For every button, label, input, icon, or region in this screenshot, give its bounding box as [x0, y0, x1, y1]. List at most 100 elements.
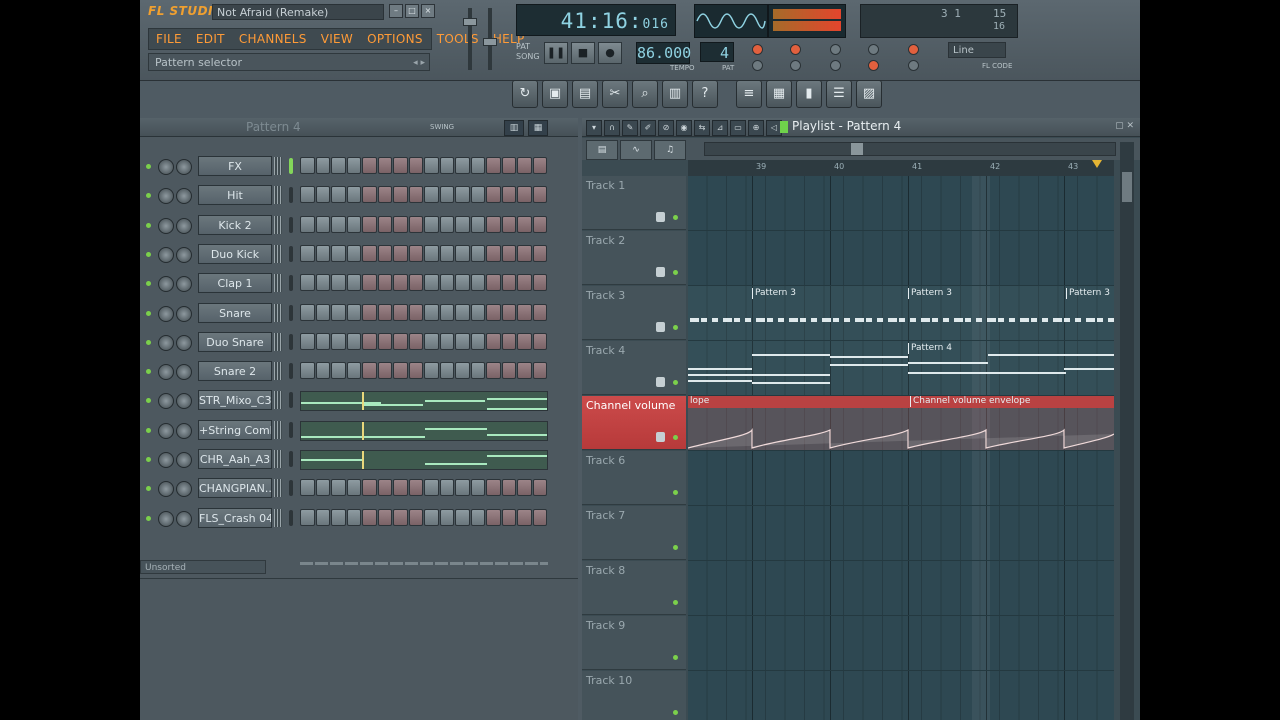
channel-pan-knob[interactable] [158, 393, 174, 410]
slip-icon[interactable]: ⇆ [694, 120, 710, 136]
channel-button[interactable]: Duo Kick [198, 243, 272, 264]
step-button[interactable] [424, 215, 439, 233]
step-button[interactable] [362, 274, 377, 292]
channel-select-handle[interactable] [274, 332, 282, 351]
channel-select-light[interactable] [289, 187, 293, 204]
play-pause-button[interactable]: ❚❚ [544, 42, 568, 64]
track-header[interactable]: Track 1 [582, 176, 686, 230]
channel-select-light[interactable] [289, 158, 293, 174]
piano-roll-icon[interactable]: ▥ [662, 80, 688, 108]
track-mute-led[interactable] [673, 435, 678, 440]
step-button[interactable] [300, 362, 315, 380]
audio-tab[interactable]: ♫ [654, 140, 686, 160]
step-button[interactable] [517, 274, 532, 292]
menu-channels[interactable]: CHANNELS [232, 32, 314, 46]
step-button[interactable] [532, 186, 547, 204]
channel-select-handle[interactable] [274, 508, 282, 527]
step-button[interactable] [362, 332, 377, 350]
step-button[interactable] [377, 244, 392, 262]
track-header[interactable]: Track 9 [582, 616, 686, 670]
step-button[interactable] [470, 274, 485, 292]
step-button[interactable] [408, 362, 423, 380]
step-button[interactable] [470, 186, 485, 204]
playlist-icon[interactable]: ☰ [826, 80, 852, 108]
lock-icon[interactable] [656, 267, 665, 277]
step-button[interactable] [362, 479, 377, 497]
step-button[interactable] [408, 186, 423, 204]
mixer-icon[interactable]: ≡ [736, 80, 762, 108]
step-button[interactable] [408, 479, 423, 497]
overdub-toggle[interactable] [908, 60, 919, 71]
step-button[interactable] [346, 303, 361, 321]
channel-mute-led[interactable] [146, 251, 151, 257]
channel-pan-knob[interactable] [158, 364, 174, 381]
pat-song-switch[interactable]: PAT SONG [516, 42, 540, 62]
stepseq-icon[interactable]: ▮ [796, 80, 822, 108]
step-button[interactable] [393, 508, 408, 526]
step-button[interactable] [393, 215, 408, 233]
step-button[interactable] [393, 362, 408, 380]
channel-select-handle[interactable] [274, 303, 282, 322]
step-button[interactable] [532, 215, 547, 233]
channel-button[interactable]: CHR_Aah_A3 [198, 449, 272, 469]
step-button[interactable] [331, 244, 346, 262]
track-mute-led[interactable] [673, 380, 678, 385]
step-button[interactable] [424, 479, 439, 497]
track-header[interactable]: Track 8 [582, 561, 686, 615]
step-button[interactable] [424, 332, 439, 350]
channel-select-handle[interactable] [274, 420, 282, 439]
step-button[interactable] [486, 508, 501, 526]
typing-keyboard-toggle[interactable] [830, 44, 841, 55]
step-button[interactable] [486, 244, 501, 262]
step-button[interactable] [377, 186, 392, 204]
step-button[interactable] [377, 274, 392, 292]
mute-icon[interactable]: ◉ [676, 120, 692, 136]
channel-volume-knob[interactable] [176, 364, 192, 381]
step-button[interactable] [377, 215, 392, 233]
channel-pan-knob[interactable] [158, 481, 174, 498]
step-button[interactable] [362, 244, 377, 262]
step-button[interactable] [439, 186, 454, 204]
step-button[interactable] [517, 157, 532, 174]
step-button[interactable] [470, 508, 485, 526]
playlist-grid[interactable]: Pattern 3 Pattern 3 Pattern 3 Pattern 4 … [688, 176, 1114, 720]
step-button[interactable] [346, 215, 361, 233]
step-button[interactable] [300, 244, 315, 262]
channel-select-light[interactable] [289, 451, 293, 467]
step-button[interactable] [408, 332, 423, 350]
channel-mute-led[interactable] [146, 457, 151, 462]
step-button[interactable] [470, 157, 485, 174]
channel-pan-knob[interactable] [158, 305, 174, 322]
channel-select-light[interactable] [289, 421, 293, 438]
step-button[interactable] [532, 157, 547, 174]
track-header[interactable]: Track 4 [582, 341, 686, 395]
step-button[interactable] [439, 215, 454, 233]
step-button[interactable] [362, 303, 377, 321]
step-button[interactable] [501, 362, 516, 380]
master-volume-fader[interactable] [463, 8, 477, 70]
step-button[interactable] [517, 479, 532, 497]
step-button[interactable] [408, 274, 423, 292]
loop-rec-toggle[interactable] [830, 60, 841, 71]
step-button[interactable] [300, 303, 315, 321]
record-button[interactable]: ● [598, 42, 622, 64]
fader-handle[interactable] [483, 38, 497, 46]
track-header[interactable]: Track 2 [582, 231, 686, 285]
step-button[interactable] [439, 244, 454, 262]
save-icon[interactable]: ▣ [542, 80, 568, 108]
step-button[interactable] [439, 332, 454, 350]
step-button[interactable] [532, 244, 547, 262]
step-button[interactable] [501, 303, 516, 321]
step-button[interactable] [362, 157, 377, 174]
step-button[interactable] [315, 303, 330, 321]
step-button[interactable] [331, 508, 346, 526]
channel-select-handle[interactable] [274, 274, 282, 293]
step-button[interactable] [377, 332, 392, 350]
step-button[interactable] [331, 157, 346, 174]
stop-button[interactable]: ■ [571, 42, 595, 64]
channel-button[interactable]: FLS_Crash 04c [198, 507, 272, 528]
step-button[interactable] [362, 362, 377, 380]
lock-icon[interactable] [656, 212, 665, 222]
pattern-icon[interactable]: ▨ [856, 80, 882, 108]
channel-volume-knob[interactable] [176, 188, 192, 205]
